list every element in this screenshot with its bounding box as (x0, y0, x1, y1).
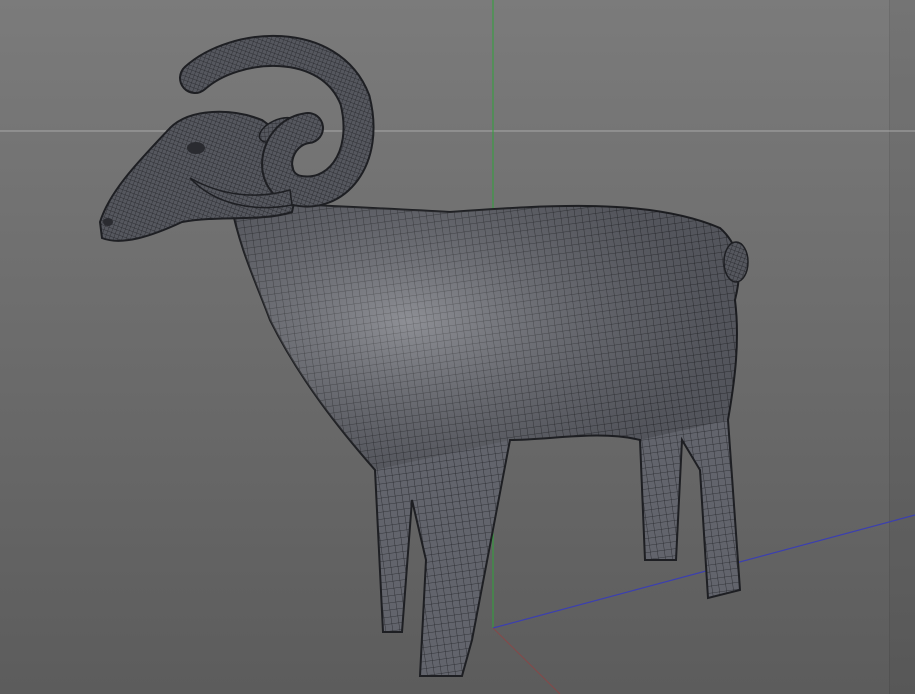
ram-tail (723, 241, 749, 283)
x-axis-line (492, 627, 561, 694)
ram-mesh[interactable] (98, 34, 749, 677)
3d-viewport[interactable] (0, 0, 915, 694)
ram-nostril (103, 218, 113, 226)
ram-eye (187, 142, 205, 154)
ram-body-shading (230, 200, 740, 470)
viewport-canvas[interactable] (0, 0, 915, 694)
